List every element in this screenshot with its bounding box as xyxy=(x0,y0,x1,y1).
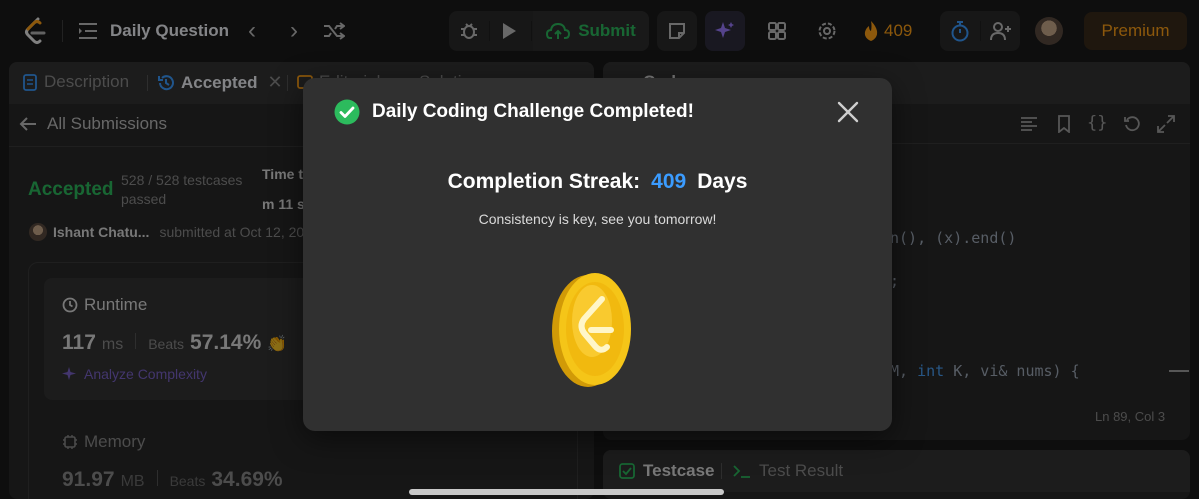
modal-subtitle: Consistency is key, see you tomorrow! xyxy=(478,211,717,227)
modal-header: Daily Coding Challenge Completed! xyxy=(334,99,694,125)
close-icon[interactable] xyxy=(837,101,859,123)
completion-modal: Daily Coding Challenge Completed! Comple… xyxy=(303,78,892,431)
streak-line: Completion Streak: 409 Days xyxy=(303,170,892,194)
modal-title: Daily Coding Challenge Completed! xyxy=(372,101,694,122)
streak-suffix: Days xyxy=(697,170,748,193)
streak-number: 409 xyxy=(651,170,687,193)
streak-prefix: Completion Streak: xyxy=(447,170,641,193)
check-circle-icon xyxy=(334,99,360,125)
gold-coin-icon xyxy=(550,271,636,389)
bottom-drag-handle[interactable] xyxy=(409,489,724,495)
